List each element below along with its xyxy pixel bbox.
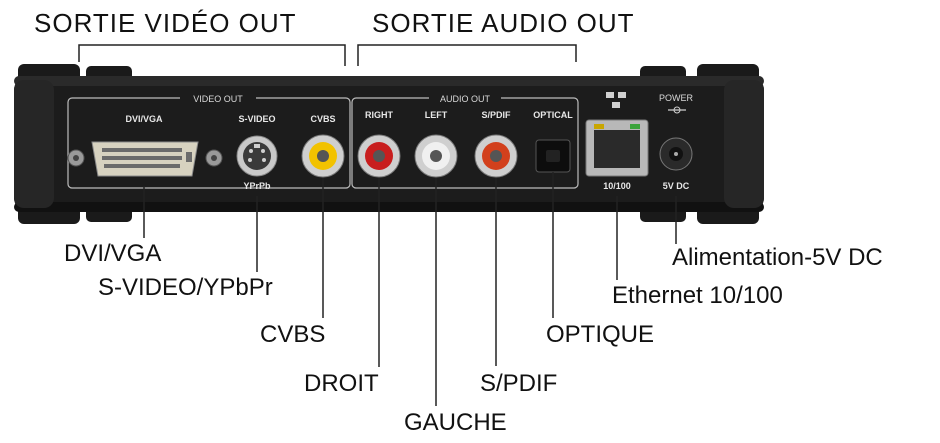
video-out-bracket xyxy=(78,44,346,66)
yprpb-panel-label: YPrPb xyxy=(243,181,271,191)
eth-panel-label: 10/100 xyxy=(603,181,631,191)
spdif-panel-label: S/PDIF xyxy=(481,110,511,120)
right-panel-label: RIGHT xyxy=(365,110,394,120)
optical-port: OPTICAL xyxy=(533,110,573,173)
power-panel-label: POWER xyxy=(659,93,694,103)
audio-out-panel-label: AUDIO OUT xyxy=(440,94,491,104)
callout-droit: DROIT xyxy=(304,370,379,397)
callout-optique: OPTIQUE xyxy=(546,321,655,348)
callout-ethernet: Ethernet 10/100 xyxy=(612,282,783,309)
callout-dvi-vga: DVI/VGA xyxy=(64,240,162,267)
callout-spdif: S/PDIF xyxy=(480,370,558,397)
optical-panel-label: OPTICAL xyxy=(533,110,573,120)
video-out-panel-label: VIDEO OUT xyxy=(193,94,243,104)
device-rear-panel-diagram: VIDEO OUT AUDIO OUT DVI/VGA S-VIDEO YPrP… xyxy=(14,44,764,406)
cvbs-panel-label: CVBS xyxy=(310,114,335,124)
callout-gauche: GAUCHE xyxy=(404,409,507,436)
s-video-panel-label: S-VIDEO xyxy=(238,114,275,124)
callout-s-video-yppbpr: S-VIDEO/YPbPr xyxy=(98,274,273,301)
audio-out-bracket xyxy=(357,44,577,66)
dc-panel-label: 5V DC xyxy=(663,181,690,191)
callout-cvbs: CVBS xyxy=(260,321,326,348)
callout-power: Alimentation-5V DC xyxy=(672,244,883,271)
dvi-vga-panel-label: DVI/VGA xyxy=(125,114,163,124)
left-panel-label: LEFT xyxy=(425,110,448,120)
